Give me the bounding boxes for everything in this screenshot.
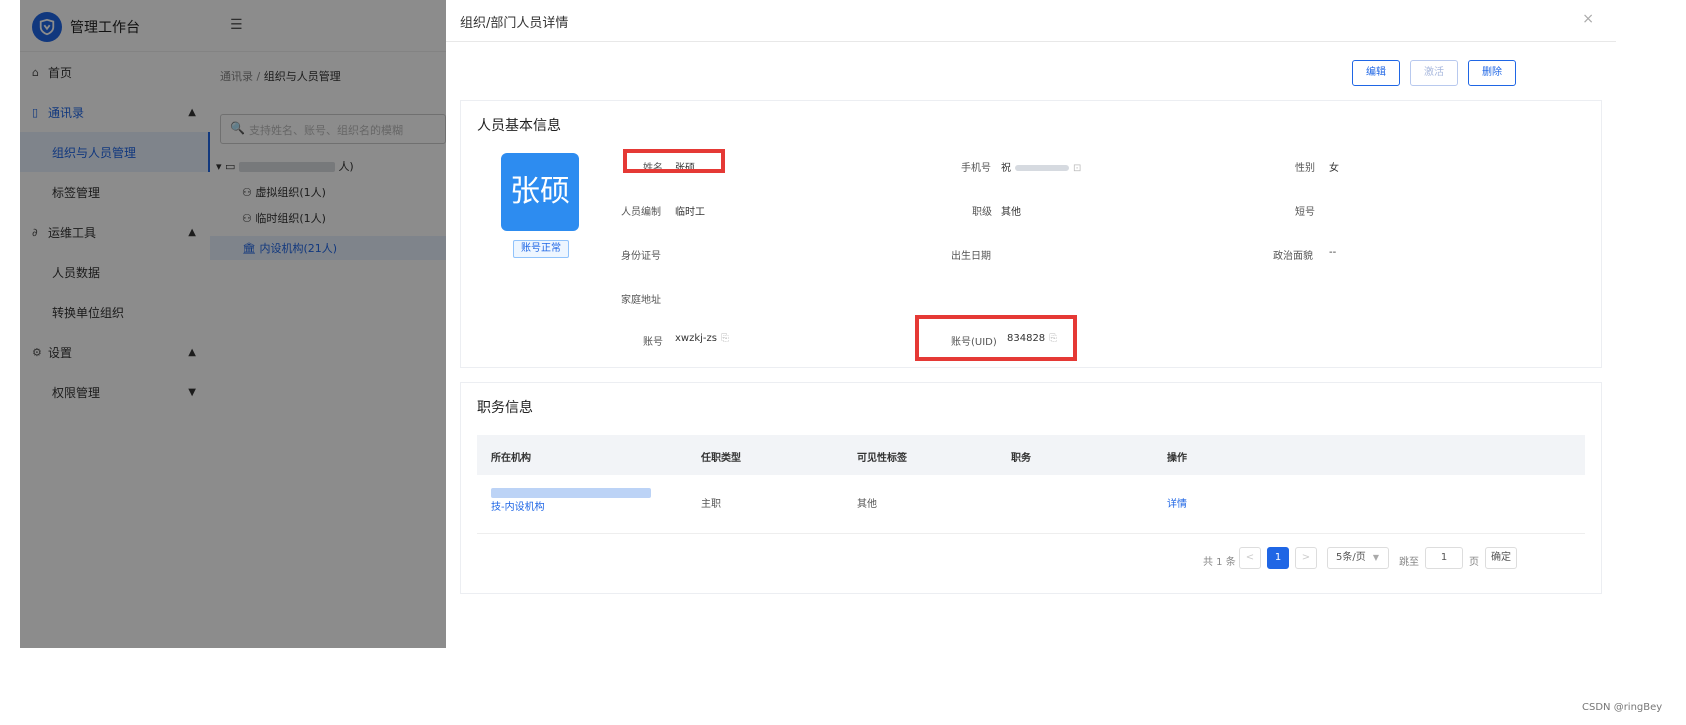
status-badge: 账号正常 — [513, 240, 569, 258]
details-link[interactable]: 详情 — [1167, 495, 1187, 510]
gender-value: 女 — [1329, 163, 1339, 174]
phone-masked — [1015, 165, 1069, 171]
delete-button[interactable]: 删除 — [1468, 60, 1516, 86]
account-value: xwzkj-zs ⎘ — [675, 333, 729, 344]
jump-confirm-button[interactable]: 确定 — [1485, 547, 1517, 569]
highlight-box-uid — [915, 315, 1077, 361]
short-number-label: 短号 — [1295, 207, 1315, 218]
drawer-header: 组织/部门人员详情 × — [446, 0, 1616, 42]
phone-label: 手机号 — [961, 163, 991, 174]
job-info-title: 职务信息 — [477, 400, 533, 416]
id-card-label: 身份证号 — [621, 251, 661, 262]
rank-label: 职级 — [972, 207, 992, 218]
home-address-label: 家庭地址 — [621, 295, 661, 306]
activate-button[interactable]: 激活 — [1410, 60, 1458, 86]
political-status-label: 政治面貌 — [1273, 251, 1313, 262]
jump-page-input[interactable]: 1 — [1425, 547, 1463, 569]
caret-down-icon: ▼ — [1372, 553, 1380, 562]
page-number-button[interactable]: 1 — [1267, 547, 1289, 569]
basic-info-title: 人员基本信息 — [477, 118, 561, 134]
basic-info-card: 人员基本信息 张硕 账号正常 姓名 张硕 手机号 祝 ⊡ 性别 女 人员编制 临时… — [460, 100, 1602, 368]
pagination-total: 共 1 条 — [1203, 557, 1236, 568]
account-label: 账号 — [643, 337, 663, 348]
drawer-title: 组织/部门人员详情 — [460, 16, 569, 31]
phone-prefix: 祝 — [1001, 163, 1011, 174]
job-type-cell: 主职 — [701, 499, 721, 510]
org-link[interactable]: 技-内设机构 — [491, 487, 651, 515]
prev-page-button[interactable]: < — [1239, 547, 1261, 569]
highlight-box-name — [623, 149, 725, 173]
avatar: 张硕 — [501, 153, 579, 231]
column-header: 可见性标签 — [857, 453, 907, 464]
edit-button[interactable]: 编辑 — [1352, 60, 1400, 86]
table-header: 所在机构 任职类型 可见性标签 职务 操作 — [477, 435, 1585, 475]
birth-date-label: 出生日期 — [951, 251, 991, 262]
job-info-card: 职务信息 所在机构 任职类型 可见性标签 职务 操作 技-内设机构 主职 其他 … — [460, 382, 1602, 594]
gender-label: 性别 — [1295, 163, 1315, 174]
page-unit-label: 页 — [1469, 557, 1479, 568]
staff-type-value: 临时工 — [675, 207, 705, 218]
phone-value: 祝 ⊡ — [1001, 159, 1081, 174]
political-status-value: -- — [1329, 247, 1337, 258]
rank-value: 其他 — [1001, 207, 1021, 218]
jump-label: 跳至 — [1399, 557, 1419, 568]
redacted-text — [491, 488, 651, 498]
staff-type-label: 人员编制 — [621, 207, 661, 218]
column-header: 所在机构 — [491, 453, 531, 464]
column-header: 任职类型 — [701, 453, 741, 464]
person-detail-drawer: 组织/部门人员详情 × 编辑 激活 删除 人员基本信息 张硕 账号正常 姓名 张… — [446, 0, 1616, 640]
page-size-select[interactable]: 5条/页 ▼ — [1327, 547, 1389, 569]
visibility-tag-cell: 其他 — [857, 499, 877, 510]
next-page-button[interactable]: > — [1295, 547, 1317, 569]
copy-icon[interactable]: ⎘ — [721, 333, 729, 344]
close-icon[interactable]: × — [1582, 11, 1594, 27]
watermark: CSDN @ringBey — [1582, 702, 1663, 713]
column-header: 职务 — [1011, 453, 1031, 464]
modal-overlay[interactable] — [20, 0, 446, 648]
account-text: xwzkj-zs — [675, 333, 717, 344]
page-size-value: 5条/页 — [1336, 552, 1366, 563]
lock-icon[interactable]: ⊡ — [1073, 163, 1081, 174]
row-divider — [477, 533, 1585, 534]
org-link-line2: 技-内设机构 — [491, 502, 545, 513]
column-header: 操作 — [1167, 453, 1187, 464]
